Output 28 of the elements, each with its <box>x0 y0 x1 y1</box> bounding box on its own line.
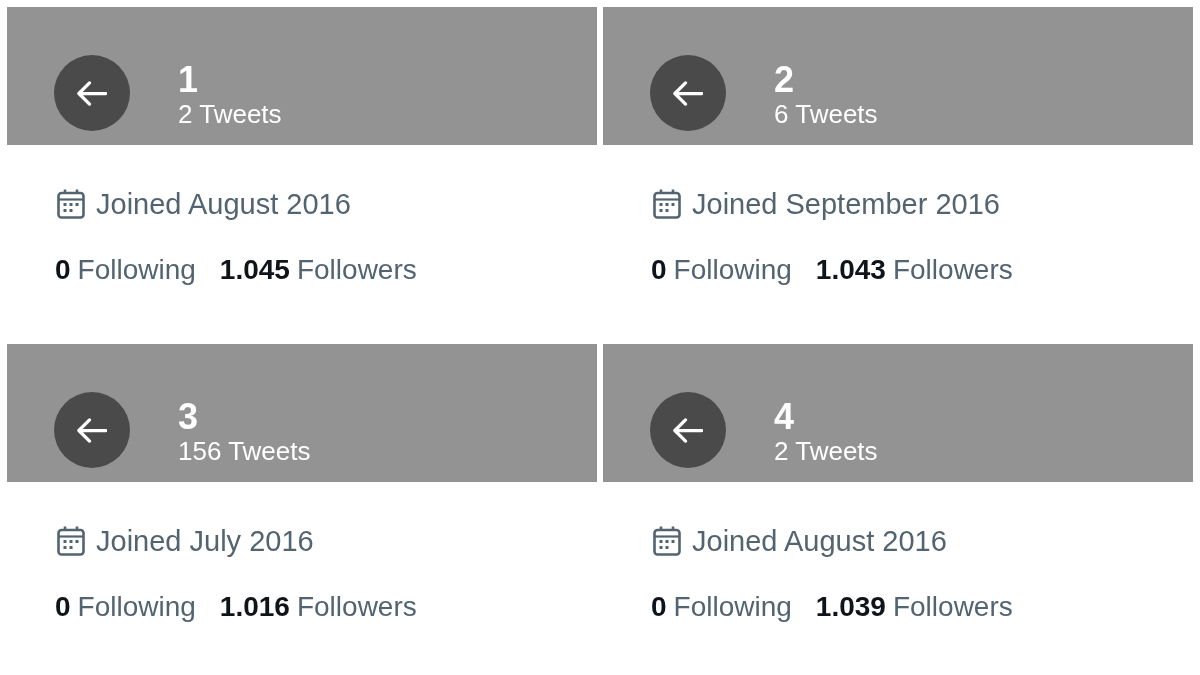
join-date: Joined July 2016 <box>96 524 314 558</box>
following-link[interactable]: 0 Following <box>55 253 196 287</box>
profile-name: 2 <box>774 61 796 99</box>
calendar-icon <box>57 189 85 219</box>
calendar-icon <box>653 526 681 556</box>
calendar-icon <box>653 189 681 219</box>
arrow-left-icon <box>77 417 107 443</box>
followers-link[interactable]: 1.039 Followers <box>815 590 1013 624</box>
followers-link[interactable]: 1.016 Followers <box>219 590 417 624</box>
following-link[interactable]: 0 Following <box>55 590 196 624</box>
profile-name: 3 <box>178 398 200 436</box>
calendar-icon <box>57 526 85 556</box>
profile-name: 4 <box>774 398 796 436</box>
join-date: Joined August 2016 <box>96 187 351 221</box>
join-date: Joined August 2016 <box>692 524 947 558</box>
tweet-count: 2 Tweets <box>178 99 282 129</box>
tweet-count: 156 Tweets <box>178 436 311 466</box>
tweet-count: 2 Tweets <box>774 436 878 466</box>
profile-name: 1 <box>178 61 200 99</box>
arrow-left-icon <box>673 417 703 443</box>
followers-link[interactable]: 1.043 Followers <box>815 253 1013 287</box>
join-date: Joined September 2016 <box>692 187 1000 221</box>
followers-link[interactable]: 1.045 Followers <box>219 253 417 287</box>
arrow-left-icon <box>673 80 703 106</box>
following-link[interactable]: 0 Following <box>651 590 792 624</box>
arrow-left-icon <box>77 80 107 106</box>
following-link[interactable]: 0 Following <box>651 253 792 287</box>
tweet-count: 6 Tweets <box>774 99 878 129</box>
